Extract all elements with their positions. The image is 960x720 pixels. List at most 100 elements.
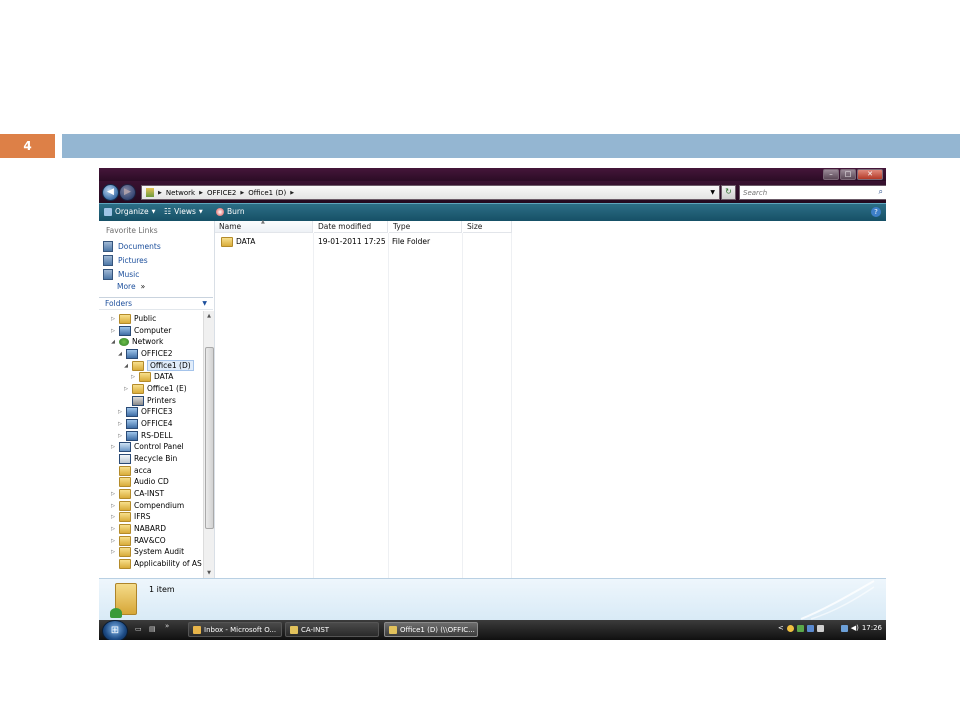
breadcrumb-office2[interactable]: OFFICE2: [207, 189, 236, 197]
views-button[interactable]: ☷ Views ▼: [164, 207, 203, 216]
network-status-icon[interactable]: [831, 625, 838, 632]
folder-icon: [119, 488, 131, 499]
scrollbar-thumb[interactable]: [205, 347, 214, 529]
start-button[interactable]: ⊞: [102, 620, 128, 640]
column-header-name[interactable]: Name ▲: [215, 219, 313, 233]
tree-item-nabard[interactable]: ▷ NABARD: [110, 523, 166, 534]
tree-item-public[interactable]: ▷ Public: [110, 313, 156, 324]
collapse-icon[interactable]: ◢: [123, 363, 129, 369]
expand-icon[interactable]: ▷: [110, 503, 116, 509]
tree-item-rs-dell[interactable]: ▷ RS-DELL: [117, 430, 173, 441]
tree-item-audio-cd[interactable]: Audio CD: [110, 476, 169, 487]
breadcrumb-office1[interactable]: Office1 (D): [248, 189, 286, 197]
window-controls: – □ ✕: [823, 169, 883, 180]
collapse-icon[interactable]: ◢: [117, 351, 123, 357]
scroll-down-arrow-icon[interactable]: ▼: [204, 568, 214, 578]
expand-icon[interactable]: ▷: [110, 328, 116, 334]
network-icon: [146, 188, 154, 197]
help-button[interactable]: ?: [871, 207, 881, 217]
search-input[interactable]: [740, 186, 866, 199]
chevron-down-icon[interactable]: ▼: [710, 189, 715, 196]
collapse-icon[interactable]: ◢: [110, 339, 116, 345]
file-row-data-name[interactable]: DATA: [221, 236, 255, 247]
fav-documents[interactable]: Documents: [103, 241, 161, 252]
show-desktop-icon[interactable]: ▭: [135, 625, 142, 633]
expand-icon[interactable]: ▷: [117, 409, 123, 415]
tree-label-selected: Office1 (D): [147, 360, 194, 371]
task-inbox[interactable]: Inbox - Microsoft O...: [188, 622, 282, 637]
expand-icon[interactable]: ▷: [117, 433, 123, 439]
expand-icon[interactable]: ▷: [117, 421, 123, 427]
tree-item-computer[interactable]: ▷ Computer: [110, 325, 171, 336]
tree-item-office3[interactable]: ▷ OFFICE3: [117, 406, 173, 417]
file-date: 19-01-2011 17:25: [318, 237, 386, 246]
minimize-button[interactable]: –: [823, 169, 839, 180]
tray-app-icon[interactable]: [840, 624, 848, 632]
address-bar[interactable]: ▶ Network ▶ OFFICE2 ▶ Office1 (D) ▶ ▼: [141, 185, 720, 200]
tray-app-icon[interactable]: [816, 624, 824, 632]
tree-item-office2[interactable]: ◢ OFFICE2: [117, 348, 173, 359]
tray-app-icon[interactable]: [796, 624, 804, 632]
fav-more[interactable]: More »: [117, 282, 145, 291]
tree-item-ravco[interactable]: ▷ RAV&CO: [110, 535, 166, 546]
expand-icon[interactable]: ▷: [110, 526, 116, 532]
tree-item-data[interactable]: ▷ DATA: [130, 371, 173, 382]
maximize-button[interactable]: □: [840, 169, 856, 180]
back-button[interactable]: ◀: [102, 184, 119, 201]
folder-tree-scrollbar[interactable]: ▲ ▼: [203, 311, 214, 578]
chevron-right-icon: ▶: [240, 189, 245, 196]
tree-item-ifrs[interactable]: ▷ IFRS: [110, 511, 151, 522]
tree-label: CA-INST: [134, 489, 165, 498]
column-header-date[interactable]: Date modified: [314, 221, 388, 233]
expand-icon[interactable]: ▷: [110, 514, 116, 520]
column-header-type[interactable]: Type: [389, 221, 462, 233]
tray-app-icon[interactable]: [786, 624, 794, 632]
expand-icon[interactable]: ▷: [110, 538, 116, 544]
task-office1[interactable]: Office1 (D) (\\OFFIC...: [384, 622, 478, 637]
fav-pictures[interactable]: Pictures: [103, 255, 148, 266]
burn-label: Burn: [227, 207, 245, 216]
tree-item-compendium[interactable]: ▷ Compendium: [110, 500, 184, 511]
tree-item-acca[interactable]: acca: [110, 465, 151, 476]
expand-icon[interactable]: ▷: [130, 374, 136, 380]
expand-icon[interactable]: ▷: [110, 491, 116, 497]
tree-item-office1-e[interactable]: ▷ Office1 (E): [123, 383, 187, 394]
expand-icon[interactable]: ▷: [110, 549, 116, 555]
tray-expand-icon[interactable]: <: [778, 624, 784, 632]
tree-item-office4[interactable]: ▷ OFFICE4: [117, 418, 173, 429]
tray-app-icon[interactable]: [806, 624, 814, 632]
search-icon[interactable]: ⌕: [879, 187, 883, 197]
close-button[interactable]: ✕: [857, 169, 883, 180]
double-chevron-icon: »: [140, 282, 146, 291]
expand-icon[interactable]: ▷: [110, 444, 116, 450]
refresh-button[interactable]: ↻: [721, 185, 736, 200]
column-header-size[interactable]: Size: [463, 221, 512, 233]
forward-button[interactable]: ▶: [119, 184, 136, 201]
tree-item-printers[interactable]: Printers: [123, 395, 176, 406]
task-ca-inst[interactable]: CA-INST: [285, 622, 379, 637]
fav-music[interactable]: Music: [103, 269, 139, 280]
expand-icon[interactable]: ▷: [123, 386, 129, 392]
organize-icon: [104, 207, 112, 216]
organize-button[interactable]: Organize ▼: [104, 207, 155, 216]
network-icon: [119, 337, 129, 346]
tree-item-system-audit[interactable]: ▷ System Audit: [110, 546, 184, 557]
tree-item-applicability[interactable]: Applicability of AS and: [110, 558, 204, 569]
burn-button[interactable]: Burn: [216, 207, 245, 216]
expand-icon[interactable]: ▷: [110, 316, 116, 322]
clock[interactable]: 17:26: [862, 624, 882, 632]
tree-item-network[interactable]: ◢ Network: [110, 336, 163, 347]
tree-item-office1-d[interactable]: ◢ Office1 (D): [123, 360, 194, 371]
tree-item-control-panel[interactable]: ▷ Control Panel: [110, 441, 184, 452]
tree-item-ca-inst[interactable]: ▷ CA-INST: [110, 488, 164, 499]
scroll-up-arrow-icon[interactable]: ▲: [204, 311, 214, 321]
breadcrumb-network[interactable]: Network: [166, 189, 195, 197]
computer-icon: [126, 406, 138, 417]
taskbar: ⊞ ▭ ▤ » Inbox - Microsoft O... CA-INST O…: [99, 620, 886, 640]
tree-item-recycle-bin[interactable]: Recycle Bin: [110, 453, 177, 464]
volume-icon[interactable]: ◀): [851, 624, 859, 632]
switch-windows-icon[interactable]: ▤: [149, 625, 156, 633]
task-label: Office1 (D) (\\OFFIC...: [400, 625, 475, 634]
folders-header[interactable]: Folders ▼: [99, 297, 213, 310]
more-quicklaunch-icon[interactable]: »: [165, 622, 169, 630]
